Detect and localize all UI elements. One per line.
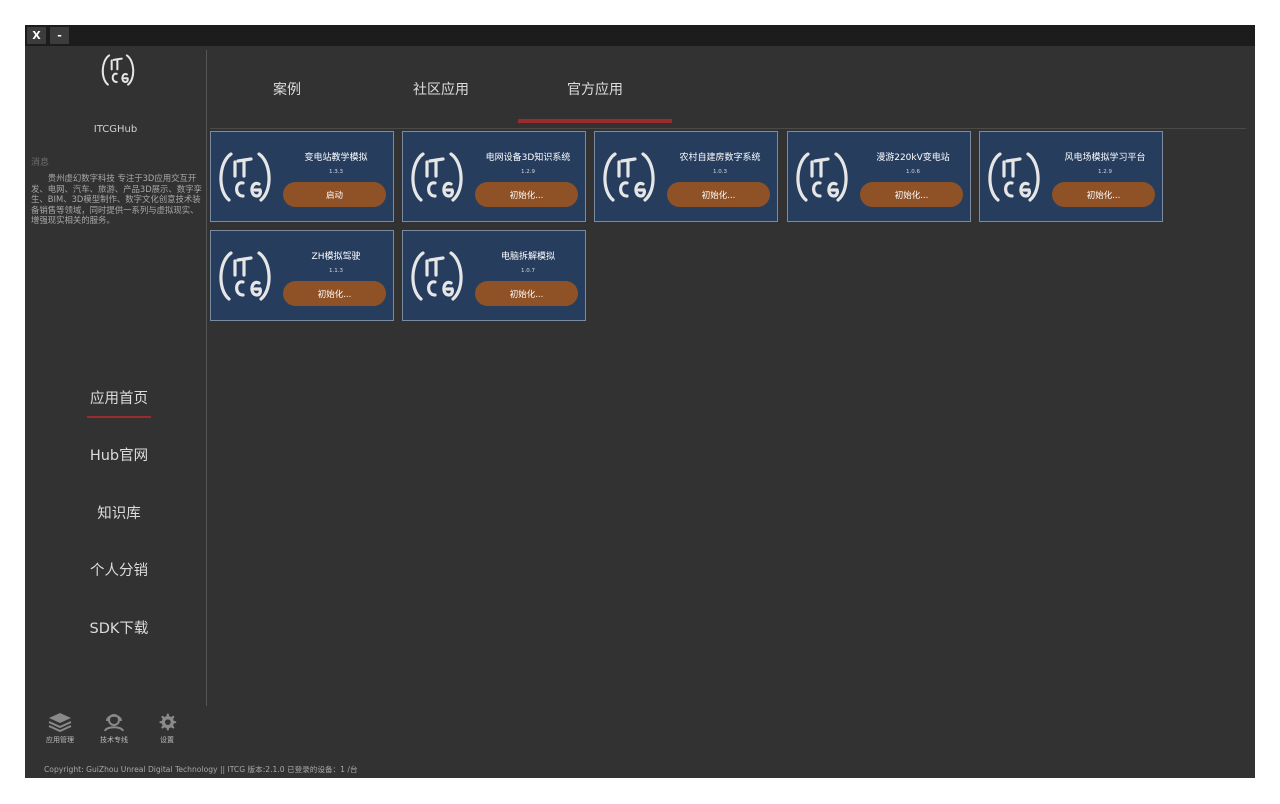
app-card[interactable]: 电脑拆解模拟 1.0.7 初始化... [402, 230, 586, 321]
app-card[interactable]: 风电场模拟学习平台 1.2.9 初始化... [979, 131, 1163, 222]
itcg-logo-icon [984, 146, 1044, 208]
app-version: 1.0.6 [906, 169, 920, 175]
app-card[interactable]: 变电站教学模拟 1.3.3 启动 [210, 131, 394, 222]
tab-bar-divider [210, 128, 1246, 129]
settings-label: 设置 [160, 736, 174, 744]
app-version: 1.1.3 [329, 268, 343, 274]
sidebar-divider [206, 50, 207, 706]
app-name: 漫游220kV变电站 [876, 153, 950, 163]
app-name: 风电场模拟学习平台 [1064, 153, 1146, 163]
nav-item-home[interactable]: 应用首页 [25, 387, 213, 408]
tech-support-label: 技术专线 [100, 736, 128, 744]
minimize-button[interactable]: - [50, 27, 69, 44]
nav-item-distribution[interactable]: 个人分销 [25, 559, 213, 580]
app-window: X - ITCGHub 消息 贵州虚幻数字科技 专注于3D应用交互开发、电网、汽… [25, 25, 1255, 778]
initialize-button[interactable]: 初始化... [1052, 182, 1155, 207]
tab-bar: 案例 社区应用 官方应用 [207, 50, 1255, 130]
sidebar: ITCGHub 消息 贵州虚幻数字科技 专注于3D应用交互开发、电网、汽车、旅游… [25, 46, 206, 778]
app-card[interactable]: 电网设备3D知识系统 1.2.9 初始化... [402, 131, 586, 222]
settings-button[interactable]: 设置 [142, 712, 192, 745]
nav-item-hub-website[interactable]: Hub官网 [25, 444, 213, 465]
itcg-logo-icon [407, 146, 467, 208]
app-version: 1.2.9 [521, 169, 535, 175]
launch-button[interactable]: 启动 [283, 182, 386, 207]
support-icon [104, 714, 124, 732]
initialize-button[interactable]: 初始化... [860, 182, 963, 207]
layers-icon [48, 713, 72, 732]
itcg-logo-icon [407, 245, 467, 307]
copyright-text: Copyright: GuiZhou Unreal Digital Techno… [44, 765, 358, 774]
initialize-button[interactable]: 初始化... [283, 281, 386, 306]
initialize-button[interactable]: 初始化... [475, 281, 578, 306]
itcg-logo-icon [215, 146, 275, 208]
app-name: 农村自建房数字系统 [679, 153, 761, 163]
initialize-button[interactable]: 初始化... [475, 182, 578, 207]
message-title: 消息 [31, 158, 50, 168]
nav-active-underline [87, 416, 151, 418]
app-management-button[interactable]: 应用管理 [35, 712, 85, 745]
app-card[interactable]: 农村自建房数字系统 1.0.3 初始化... [594, 131, 778, 222]
app-version: 1.0.7 [521, 268, 535, 274]
nav-item-sdk-download[interactable]: SDK下载 [25, 617, 213, 638]
itcg-logo-icon [215, 245, 275, 307]
app-name: 电网设备3D知识系统 [485, 153, 571, 163]
app-name: ITCGHub [93, 124, 138, 135]
app-version: 1.3.3 [329, 169, 343, 175]
tab-active-underline [518, 119, 672, 123]
app-name: 电脑拆解模拟 [500, 252, 555, 262]
app-card[interactable]: 漫游220kV变电站 1.0.6 初始化... [787, 131, 971, 222]
itcg-logo-icon [792, 146, 852, 208]
tech-support-button[interactable]: 技术专线 [89, 712, 139, 745]
app-name: 变电站教学模拟 [304, 153, 368, 163]
title-bar: X - [25, 25, 1255, 46]
app-version: 1.2.9 [1098, 169, 1112, 175]
tab-cases[interactable]: 案例 [210, 79, 364, 99]
initialize-button[interactable]: 初始化... [667, 182, 770, 207]
app-card[interactable]: ZH模拟驾驶 1.1.3 初始化... [210, 230, 394, 321]
itcg-logo-icon [599, 146, 659, 208]
tab-official-apps[interactable]: 官方应用 [518, 79, 672, 99]
app-name: ZH模拟驾驶 [311, 252, 361, 262]
tab-community-apps[interactable]: 社区应用 [364, 79, 518, 99]
close-button[interactable]: X [27, 27, 46, 44]
gear-icon [159, 713, 177, 731]
app-version: 1.0.3 [713, 169, 727, 175]
message-body: 贵州虚幻数字科技 专注于3D应用交互开发、电网、汽车、旅游、产品3D展示、数字孪… [31, 173, 202, 226]
nav-item-knowledge-base[interactable]: 知识库 [25, 502, 213, 523]
app-management-label: 应用管理 [46, 736, 74, 744]
itcg-logo-icon [99, 50, 137, 90]
